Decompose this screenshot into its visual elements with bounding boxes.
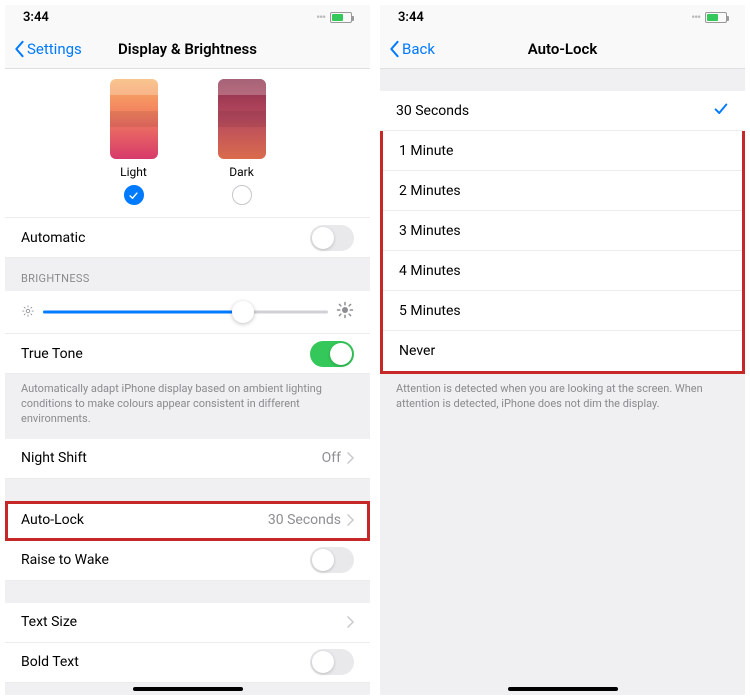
back-button[interactable]: Settings bbox=[13, 40, 82, 58]
status-bar: 3:44 ••• bbox=[5, 5, 370, 29]
true-tone-label: True Tone bbox=[21, 346, 83, 362]
auto-lock-label: Auto-Lock bbox=[21, 512, 84, 528]
option-label: 4 Minutes bbox=[399, 263, 461, 279]
light-label: Light bbox=[120, 165, 147, 179]
option-4-minutes[interactable]: 4 Minutes bbox=[383, 251, 742, 291]
status-icons: ••• bbox=[316, 11, 352, 24]
back-button[interactable]: Back bbox=[388, 40, 435, 58]
chevron-left-icon bbox=[13, 40, 25, 58]
auto-lock-value: 30 Seconds bbox=[268, 512, 341, 528]
automatic-toggle[interactable] bbox=[310, 225, 354, 251]
page-title: Auto-Lock bbox=[528, 40, 597, 58]
option-label: 30 Seconds bbox=[396, 103, 469, 119]
option-never[interactable]: Never bbox=[383, 331, 742, 371]
option-label: 2 Minutes bbox=[399, 183, 461, 199]
page-title: Display & Brightness bbox=[118, 40, 257, 58]
brightness-slider[interactable] bbox=[43, 301, 328, 323]
raise-to-wake-toggle[interactable] bbox=[310, 547, 354, 573]
true-tone-toggle[interactable] bbox=[310, 341, 354, 367]
true-tone-row[interactable]: True Tone bbox=[5, 334, 370, 374]
nav-bar: Settings Display & Brightness bbox=[5, 29, 370, 69]
option-label: 3 Minutes bbox=[399, 223, 461, 239]
display-brightness-screen: 3:44 ••• Settings Display & Brightness L… bbox=[5, 5, 370, 695]
brightness-header: BRIGHTNESS bbox=[5, 258, 370, 291]
appearance-light[interactable]: Light bbox=[110, 79, 158, 205]
text-size-row[interactable]: Text Size bbox=[5, 603, 370, 643]
status-icons: ••• bbox=[691, 11, 727, 24]
bold-text-row[interactable]: Bold Text bbox=[5, 643, 370, 683]
chevron-right-icon bbox=[347, 514, 354, 526]
automatic-label: Automatic bbox=[21, 230, 85, 246]
option-label: Never bbox=[399, 343, 435, 359]
back-label: Back bbox=[402, 40, 435, 58]
option-2-minutes[interactable]: 2 Minutes bbox=[383, 171, 742, 211]
automatic-row[interactable]: Automatic bbox=[5, 218, 370, 258]
dark-label: Dark bbox=[229, 165, 254, 179]
auto-lock-row[interactable]: Auto-Lock 30 Seconds bbox=[5, 501, 370, 541]
back-label: Settings bbox=[27, 40, 82, 58]
chevron-left-icon bbox=[388, 40, 400, 58]
bold-text-toggle[interactable] bbox=[310, 649, 354, 675]
night-shift-row[interactable]: Night Shift Off bbox=[5, 439, 370, 479]
checkmark-icon bbox=[128, 190, 139, 201]
raise-to-wake-row[interactable]: Raise to Wake bbox=[5, 541, 370, 581]
appearance-section: Light Dark bbox=[5, 69, 370, 218]
home-indicator[interactable] bbox=[133, 687, 243, 691]
text-size-label: Text Size bbox=[21, 614, 77, 630]
dark-preview-icon bbox=[218, 79, 266, 159]
auto-lock-footer: Attention is detected when you are looki… bbox=[380, 374, 745, 424]
checkmark-icon bbox=[713, 101, 729, 121]
option-5-minutes[interactable]: 5 Minutes bbox=[383, 291, 742, 331]
option-30-seconds[interactable]: 30 Seconds bbox=[380, 91, 745, 131]
option-1-minute[interactable]: 1 Minute bbox=[383, 131, 742, 171]
auto-lock-screen: 3:44 ••• Back Auto-Lock 30 Seconds bbox=[380, 5, 745, 695]
appearance-dark[interactable]: Dark bbox=[218, 79, 266, 205]
home-indicator[interactable] bbox=[508, 687, 618, 691]
battery-icon bbox=[330, 12, 352, 23]
option-label: 1 Minute bbox=[399, 143, 453, 159]
night-shift-value: Off bbox=[322, 450, 341, 466]
highlighted-options: 1 Minute 2 Minutes 3 Minutes 4 Minutes 5… bbox=[380, 131, 745, 374]
sun-large-icon bbox=[336, 301, 354, 323]
nav-bar: Back Auto-Lock bbox=[380, 29, 745, 69]
chevron-right-icon bbox=[347, 616, 354, 628]
status-time: 3:44 bbox=[398, 10, 424, 25]
chevron-right-icon bbox=[347, 452, 354, 464]
bold-text-label: Bold Text bbox=[21, 654, 79, 670]
status-time: 3:44 bbox=[23, 10, 49, 25]
brightness-slider-row bbox=[5, 291, 370, 334]
night-shift-label: Night Shift bbox=[21, 450, 87, 466]
light-radio[interactable] bbox=[124, 185, 144, 205]
true-tone-note: Automatically adapt iPhone display based… bbox=[5, 374, 370, 439]
option-3-minutes[interactable]: 3 Minutes bbox=[383, 211, 742, 251]
light-preview-icon bbox=[110, 79, 158, 159]
status-bar: 3:44 ••• bbox=[380, 5, 745, 29]
dark-radio[interactable] bbox=[232, 185, 252, 205]
option-label: 5 Minutes bbox=[399, 303, 461, 319]
battery-icon bbox=[705, 12, 727, 23]
raise-to-wake-label: Raise to Wake bbox=[21, 552, 109, 568]
sun-small-icon bbox=[21, 303, 35, 322]
